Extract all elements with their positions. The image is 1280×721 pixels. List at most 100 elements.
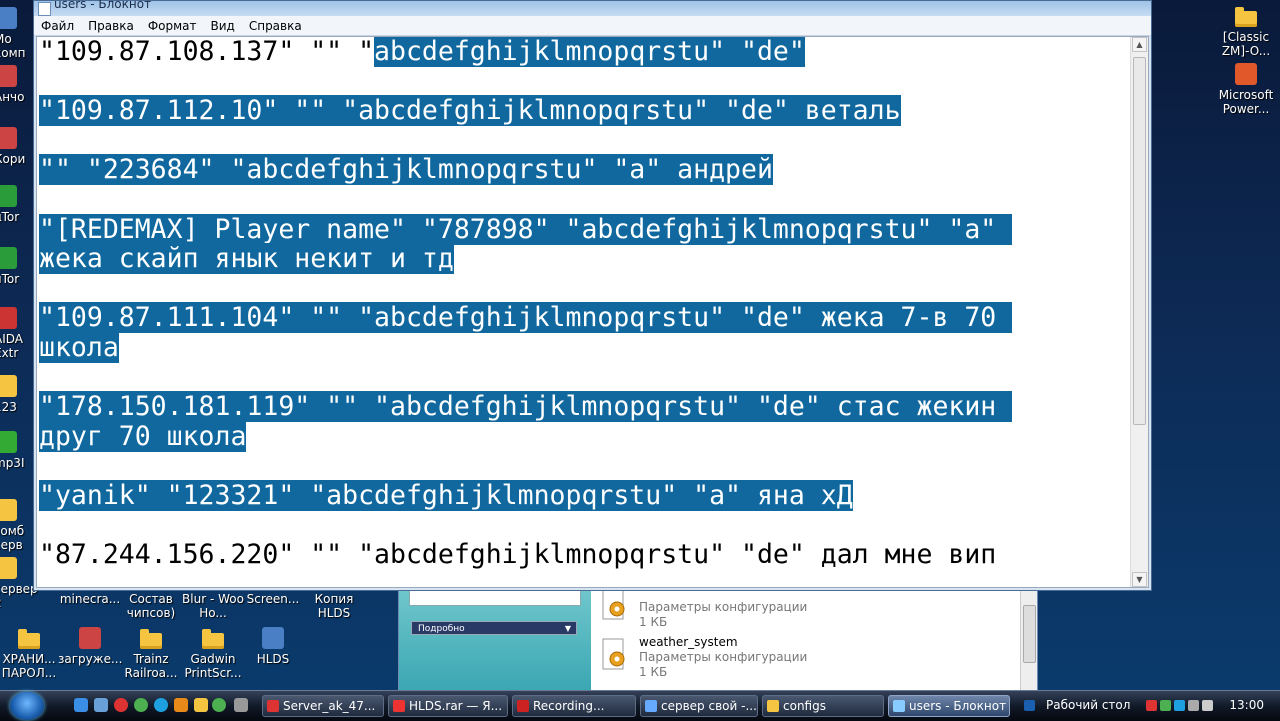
title-bar[interactable]: users - Блокнот bbox=[34, 0, 1151, 16]
text-line[interactable]: друг 70 школа bbox=[39, 420, 1135, 452]
scrollbar-thumb[interactable] bbox=[1023, 605, 1036, 663]
app-icon bbox=[139, 626, 163, 650]
text-line[interactable]: "yanik" "123321" "abcdefghijklmnopqrstu"… bbox=[39, 479, 1135, 511]
text-line[interactable]: "109.87.108.137" "" "abcdefghijklmnopqrs… bbox=[39, 37, 1135, 67]
text-line[interactable]: "[REDEMAX] Player name" "787898" "abcdef… bbox=[39, 213, 1135, 245]
language-indicator-icon[interactable] bbox=[1024, 700, 1035, 711]
quicklaunch-chrome2-icon[interactable] bbox=[212, 698, 226, 712]
explorer-nav-pane: Подробно ▼ bbox=[399, 591, 591, 691]
file-item[interactable]: weather_system Параметры конфигурации 1 … bbox=[599, 633, 999, 683]
folder-icon bbox=[17, 626, 41, 650]
system-tray: Рабочий стол 13:00 bbox=[1018, 691, 1280, 721]
taskbar-app-icon bbox=[517, 700, 529, 712]
text-selection: "178.150.181.119" "" "abcdefghijklmnopqr… bbox=[39, 391, 1013, 423]
folder-icon bbox=[1234, 4, 1258, 28]
file-size: 1 КБ bbox=[639, 665, 668, 679]
volume-icon[interactable] bbox=[1202, 700, 1213, 711]
config-file-icon bbox=[599, 587, 629, 625]
text-line[interactable] bbox=[39, 185, 1135, 215]
desktop-icon-classic-zm[interactable]: [Classic ZM]-O... bbox=[1213, 4, 1279, 58]
menu-file[interactable]: Файл bbox=[34, 16, 81, 33]
text-line[interactable] bbox=[39, 451, 1135, 481]
desktop-icon-row2-1[interactable]: Trainz Railroa... bbox=[119, 626, 183, 680]
text-editor-area[interactable]: "109.87.108.137" "" "abcdefghijklmnopqrs… bbox=[36, 36, 1149, 588]
taskbar-button-label: Server_ak_47... bbox=[283, 699, 376, 713]
text-line[interactable]: жека скайп янык некит и тд bbox=[39, 243, 1135, 275]
vertical-scrollbar[interactable]: ▲ ▼ bbox=[1130, 37, 1148, 587]
scroll-up-button[interactable]: ▲ bbox=[1132, 37, 1147, 52]
text-line[interactable] bbox=[39, 126, 1135, 156]
desktop-icon-hranilishe[interactable]: ХРАНИ... ПАРОЛ... bbox=[0, 626, 62, 680]
quicklaunch-extra-icon[interactable] bbox=[234, 698, 248, 712]
taskbar-button-4[interactable]: configs bbox=[762, 695, 884, 717]
file-type: Параметры конфигурации bbox=[639, 650, 808, 664]
desktop-icon-label: minecra... bbox=[59, 592, 121, 606]
taskbar-button-0[interactable]: Server_ak_47... bbox=[262, 695, 384, 717]
text-line[interactable]: "" "223684" "abcdefghijklmnopqrstu" "a" … bbox=[39, 154, 1135, 186]
app-icon bbox=[0, 430, 18, 454]
editor-text[interactable]: "109.87.108.137" "" "abcdefghijklmnopqrs… bbox=[39, 37, 1135, 570]
taskbar: Server_ak_47... HLDS.rar — Я... Recording.… bbox=[0, 690, 1280, 721]
taskbar-button-3[interactable]: сервер свой -... bbox=[640, 695, 758, 717]
text-line[interactable]: "178.150.181.119" "" "abcdefghijklmnopqr… bbox=[39, 391, 1135, 423]
menu-view[interactable]: Вид bbox=[204, 16, 242, 33]
desktop-icon-row2-0[interactable]: загруже... bbox=[58, 626, 122, 666]
text-selection: abcdefghijklmnopqrstu" "de" bbox=[374, 36, 805, 67]
desktop-icon-row2-3[interactable]: HLDS bbox=[241, 626, 305, 666]
view-mode-select[interactable]: Подробно ▼ bbox=[411, 621, 577, 635]
start-button[interactable] bbox=[10, 692, 44, 720]
text-selection: школа bbox=[39, 331, 119, 363]
quicklaunch-chrome-icon[interactable] bbox=[134, 698, 148, 712]
scroll-down-button[interactable]: ▼ bbox=[1132, 572, 1147, 587]
menu-format[interactable]: Формат bbox=[141, 16, 204, 33]
explorer-window[interactable]: Подробно ▼ Параметры конфигурации 1 КБ w… bbox=[398, 587, 1038, 692]
tray-icon-2[interactable] bbox=[1160, 700, 1171, 711]
menu-help[interactable]: Справка bbox=[242, 16, 309, 33]
file-name: weather_system bbox=[639, 635, 738, 649]
text-selection: "109.87.111.104" "" "abcdefghijklmnopqrs… bbox=[39, 302, 1013, 334]
notepad-icon bbox=[38, 2, 51, 16]
text-line[interactable] bbox=[39, 363, 1135, 393]
app-icon bbox=[0, 184, 18, 208]
text-selection: "yanik" "123321" "abcdefghijklmnopqrstu"… bbox=[39, 479, 853, 511]
explorer-search-box[interactable] bbox=[409, 591, 581, 606]
tray-icon-4[interactable] bbox=[1188, 700, 1199, 711]
notepad-window[interactable]: users - Блокнот Файл Правка Формат Вид Справ… bbox=[33, 0, 1152, 591]
clock[interactable]: 13:00 bbox=[1229, 698, 1264, 712]
quicklaunch-media-icon[interactable] bbox=[174, 698, 188, 712]
taskbar-button-2[interactable]: Recording... bbox=[512, 695, 636, 717]
text-line[interactable] bbox=[39, 274, 1135, 304]
desktop-toolbar-label[interactable]: Рабочий стол bbox=[1046, 698, 1130, 712]
taskbar-button-5[interactable]: users - Блокнот bbox=[888, 695, 1010, 717]
app-icon bbox=[261, 626, 285, 650]
quicklaunch-skype-icon[interactable] bbox=[154, 698, 168, 712]
desktop-icon-row2-2[interactable]: Gadwin PrintScr... bbox=[181, 626, 245, 680]
text-selection: "" "223684" "abcdefghijklmnopqrstu" "a" … bbox=[39, 154, 773, 186]
taskbar-app-icon bbox=[893, 700, 905, 712]
text-line[interactable]: "109.87.112.10" "" "abcdefghijklmnopqrst… bbox=[39, 95, 1135, 127]
text-line[interactable] bbox=[39, 511, 1135, 541]
text-line[interactable]: "109.87.111.104" "" "abcdefghijklmnopqrs… bbox=[39, 302, 1135, 334]
tray-icon-1[interactable] bbox=[1146, 700, 1157, 711]
quicklaunch-opera-icon[interactable] bbox=[114, 698, 128, 712]
quicklaunch-desktop-icon[interactable] bbox=[94, 698, 108, 712]
taskbar-button-label: configs bbox=[783, 699, 826, 713]
app-icon bbox=[0, 498, 18, 522]
menu-edit[interactable]: Правка bbox=[81, 16, 141, 33]
desktop-icon-label: HLDS bbox=[256, 652, 290, 666]
explorer-scrollbar[interactable] bbox=[1020, 591, 1037, 691]
text-selection: "109.87.112.10" "" "abcdefghijklmnopqrst… bbox=[39, 95, 901, 127]
text-line[interactable]: "87.244.156.220" "" "abcdefghijklmnopqrs… bbox=[39, 540, 1135, 570]
text-line[interactable] bbox=[39, 67, 1135, 97]
quicklaunch-ie-icon[interactable] bbox=[74, 698, 88, 712]
desktop-icon-powerpoint[interactable]: Microsoft Power... bbox=[1213, 62, 1279, 116]
tray-icon-3[interactable] bbox=[1174, 700, 1185, 711]
window-title: users - Блокнот bbox=[54, 0, 152, 11]
desktop-icon-label: [Classic ZM]-O... bbox=[1221, 30, 1271, 58]
text-line[interactable]: школа bbox=[39, 331, 1135, 363]
quicklaunch-folder-icon[interactable] bbox=[194, 698, 208, 712]
taskbar-button-1[interactable]: HLDS.rar — Я... bbox=[388, 695, 508, 717]
menu-bar: Файл Правка Формат Вид Справка bbox=[34, 16, 1151, 36]
scrollbar-thumb[interactable] bbox=[1133, 57, 1146, 425]
app-icon bbox=[0, 246, 18, 270]
